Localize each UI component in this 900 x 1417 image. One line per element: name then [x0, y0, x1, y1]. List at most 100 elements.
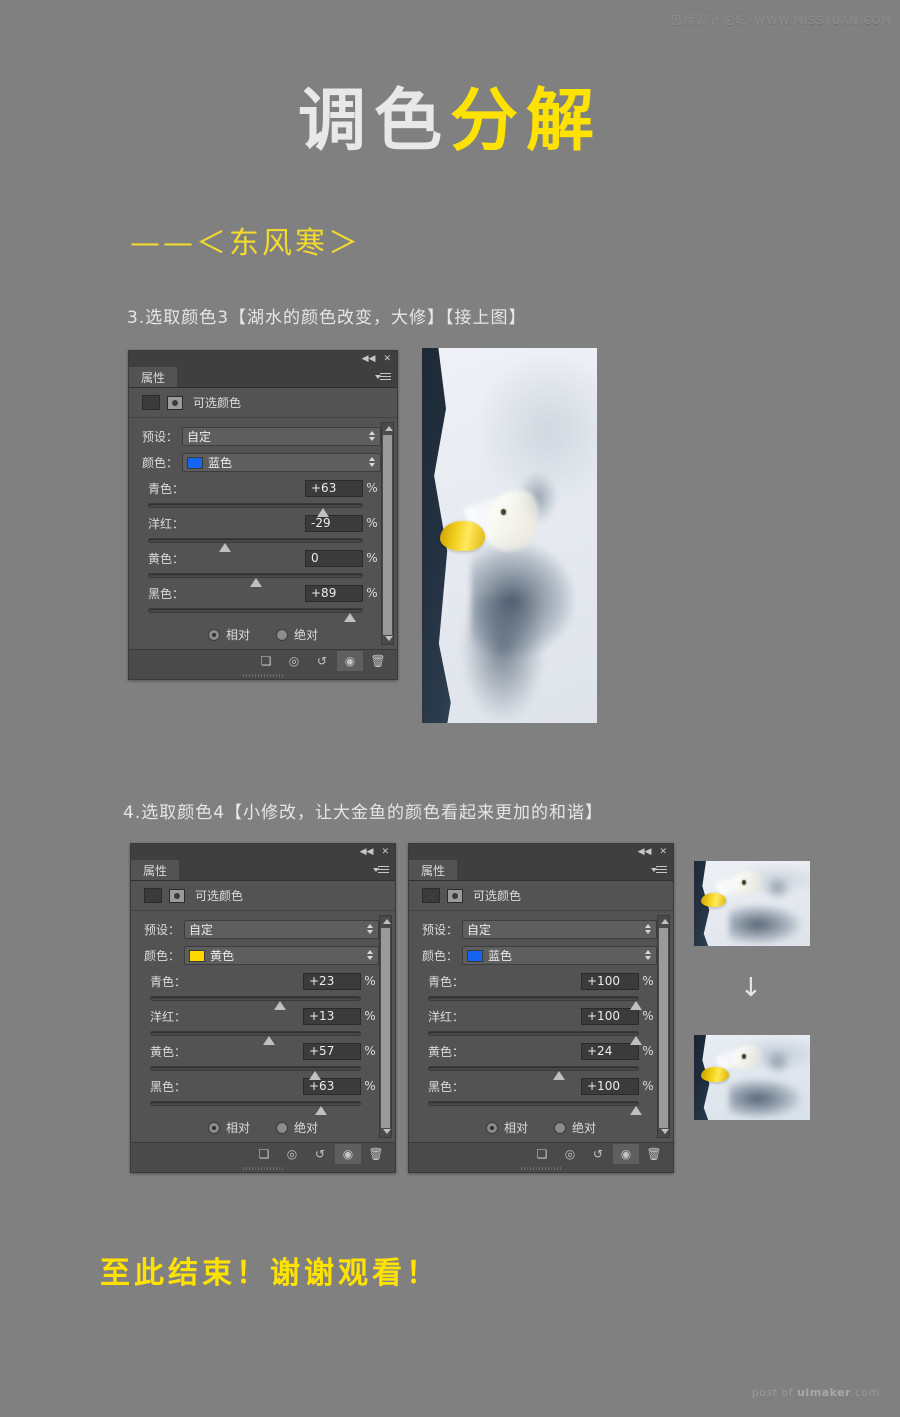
reset-icon[interactable]: ↺ — [585, 1144, 611, 1164]
preset-row[interactable]: 预设： 自定 — [409, 920, 673, 939]
slider-cyan-track[interactable] — [150, 996, 361, 1010]
reset-icon[interactable]: ↺ — [309, 651, 335, 671]
slider-black[interactable]: 黑色： +89 % — [129, 584, 397, 622]
slider-magenta-value[interactable]: +13 — [303, 1007, 361, 1025]
slider-black[interactable]: 黑色： +100 % — [409, 1077, 673, 1115]
panel-menu-icon[interactable] — [375, 372, 391, 383]
slider-cyan-thumb[interactable] — [629, 1001, 643, 1010]
slider-black-value[interactable]: +89 — [305, 584, 363, 602]
slider-magenta-value[interactable]: +100 — [581, 1007, 639, 1025]
color-dropdown[interactable]: 蓝色 — [182, 453, 381, 472]
preset-dropdown[interactable]: 自定 — [462, 920, 657, 939]
close-icon[interactable]: ✕ — [659, 847, 667, 857]
reset-icon[interactable]: ↺ — [307, 1144, 333, 1164]
collapse-icon[interactable]: ◀◀ — [360, 847, 374, 857]
scroll-down-icon[interactable] — [385, 636, 393, 641]
method-radio-group[interactable]: 相对 绝对 — [131, 1119, 395, 1142]
preset-dropdown[interactable]: 自定 — [182, 427, 381, 446]
radio-relative[interactable]: 相对 — [485, 1119, 528, 1136]
scroll-down-icon[interactable] — [383, 1129, 391, 1134]
view-previous-state-icon[interactable]: ◎ — [279, 1144, 305, 1164]
method-radio-group[interactable]: 相对 绝对 — [129, 626, 397, 649]
close-icon[interactable]: ✕ — [383, 354, 391, 364]
clip-to-layer-icon[interactable]: ❏ — [251, 1144, 277, 1164]
radio-absolute[interactable]: 绝对 — [276, 626, 318, 643]
slider-yellow-value[interactable]: 0 — [305, 549, 363, 567]
slider-yellow-track[interactable] — [148, 573, 363, 587]
slider-cyan-value[interactable]: +63 — [305, 479, 363, 497]
panel-menu-icon[interactable] — [651, 865, 667, 876]
slider-magenta-track[interactable] — [150, 1031, 361, 1045]
panel-footer[interactable]: ❏ ◎ ↺ ◉ 🗑 — [131, 1142, 395, 1164]
slider-yellow-track[interactable] — [150, 1066, 361, 1080]
slider-magenta[interactable]: 洋红： +100 % — [409, 1007, 673, 1045]
panel-tabrow[interactable]: 属性 — [409, 860, 673, 881]
delete-icon[interactable]: 🗑 — [641, 1144, 667, 1164]
slider-black-track[interactable] — [148, 608, 363, 622]
tab-properties[interactable]: 属性 — [131, 860, 180, 880]
slider-cyan[interactable]: 青色： +23 % — [131, 972, 395, 1010]
slider-black-track[interactable] — [150, 1101, 361, 1115]
preset-row[interactable]: 预设： 自定 — [129, 427, 397, 446]
color-dropdown[interactable]: 黄色 — [184, 946, 379, 965]
slider-magenta[interactable]: 洋红： +13 % — [131, 1007, 395, 1045]
slider-yellow[interactable]: 黄色： 0 % — [129, 549, 397, 587]
toggle-visibility-icon[interactable]: ◉ — [337, 650, 363, 671]
panel-scrollbar[interactable] — [381, 422, 394, 645]
panel-titlebar[interactable]: ◀◀ ✕ — [131, 844, 395, 860]
slider-yellow[interactable]: 黄色： +57 % — [131, 1042, 395, 1080]
slider-yellow-thumb[interactable] — [249, 578, 263, 587]
method-radio-group[interactable]: 相对 绝对 — [409, 1119, 673, 1142]
slider-yellow-value[interactable]: +24 — [581, 1042, 639, 1060]
clip-to-layer-icon[interactable]: ❏ — [529, 1144, 555, 1164]
slider-cyan-thumb[interactable] — [316, 508, 330, 517]
toggle-visibility-icon[interactable]: ◉ — [613, 1143, 639, 1164]
radio-absolute[interactable]: 绝对 — [554, 1119, 596, 1136]
slider-black-track[interactable] — [428, 1101, 642, 1115]
layer-mask-icon[interactable] — [167, 395, 183, 410]
slider-black-value[interactable]: +100 — [581, 1077, 639, 1095]
panel-resize-grip[interactable] — [129, 671, 397, 679]
slider-cyan-track[interactable] — [428, 996, 642, 1010]
slider-cyan[interactable]: 青色： +100 % — [409, 972, 673, 1010]
properties-panel-3[interactable]: ◀◀ ✕ 属性 可选颜色 预设： 自定 颜色： 蓝色 青色： +100 % 洋红… — [408, 843, 674, 1173]
scrollbar-thumb[interactable] — [659, 928, 668, 1128]
panel-scrollbar[interactable] — [657, 915, 670, 1138]
radio-relative[interactable]: 相对 — [207, 626, 250, 643]
properties-panel-1[interactable]: ◀◀ ✕ 属性 可选颜色 预设： 自定 颜色： 蓝色 青色： +63 % 洋红：… — [128, 350, 398, 680]
scroll-down-icon[interactable] — [661, 1129, 669, 1134]
color-row[interactable]: 颜色： 蓝色 — [409, 946, 673, 965]
toggle-visibility-icon[interactable]: ◉ — [335, 1143, 361, 1164]
slider-yellow[interactable]: 黄色： +24 % — [409, 1042, 673, 1080]
slider-magenta-thumb[interactable] — [629, 1036, 643, 1045]
slider-black-value[interactable]: +63 — [303, 1077, 361, 1095]
slider-black-thumb[interactable] — [315, 1106, 328, 1115]
scroll-up-icon[interactable] — [661, 919, 669, 924]
panel-menu-icon[interactable] — [373, 865, 389, 876]
slider-yellow-thumb[interactable] — [309, 1071, 322, 1080]
slider-magenta-track[interactable] — [148, 538, 363, 552]
clip-to-layer-icon[interactable]: ❏ — [253, 651, 279, 671]
panel-footer[interactable]: ❏ ◎ ↺ ◉ 🗑 — [129, 649, 397, 671]
view-previous-state-icon[interactable]: ◎ — [281, 651, 307, 671]
delete-icon[interactable]: 🗑 — [365, 651, 391, 671]
slider-yellow-value[interactable]: +57 — [303, 1042, 361, 1060]
preset-dropdown[interactable]: 自定 — [184, 920, 379, 939]
radio-absolute[interactable]: 绝对 — [276, 1119, 318, 1136]
slider-black[interactable]: 黑色： +63 % — [131, 1077, 395, 1115]
scroll-up-icon[interactable] — [385, 426, 393, 431]
slider-magenta-thumb[interactable] — [218, 543, 232, 552]
slider-cyan-thumb[interactable] — [273, 1001, 287, 1010]
slider-cyan-value[interactable]: +23 — [303, 972, 361, 990]
color-row[interactable]: 颜色： 黄色 — [131, 946, 395, 965]
slider-black-thumb[interactable] — [629, 1106, 643, 1115]
layer-mask-icon[interactable] — [447, 888, 463, 903]
close-icon[interactable]: ✕ — [381, 847, 389, 857]
panel-scrollbar[interactable] — [379, 915, 392, 1138]
slider-magenta-thumb[interactable] — [263, 1036, 276, 1045]
color-dropdown[interactable]: 蓝色 — [462, 946, 657, 965]
slider-black-thumb[interactable] — [344, 613, 357, 622]
panel-titlebar[interactable]: ◀◀ ✕ — [129, 351, 397, 367]
scrollbar-thumb[interactable] — [381, 928, 390, 1128]
collapse-icon[interactable]: ◀◀ — [362, 354, 376, 364]
